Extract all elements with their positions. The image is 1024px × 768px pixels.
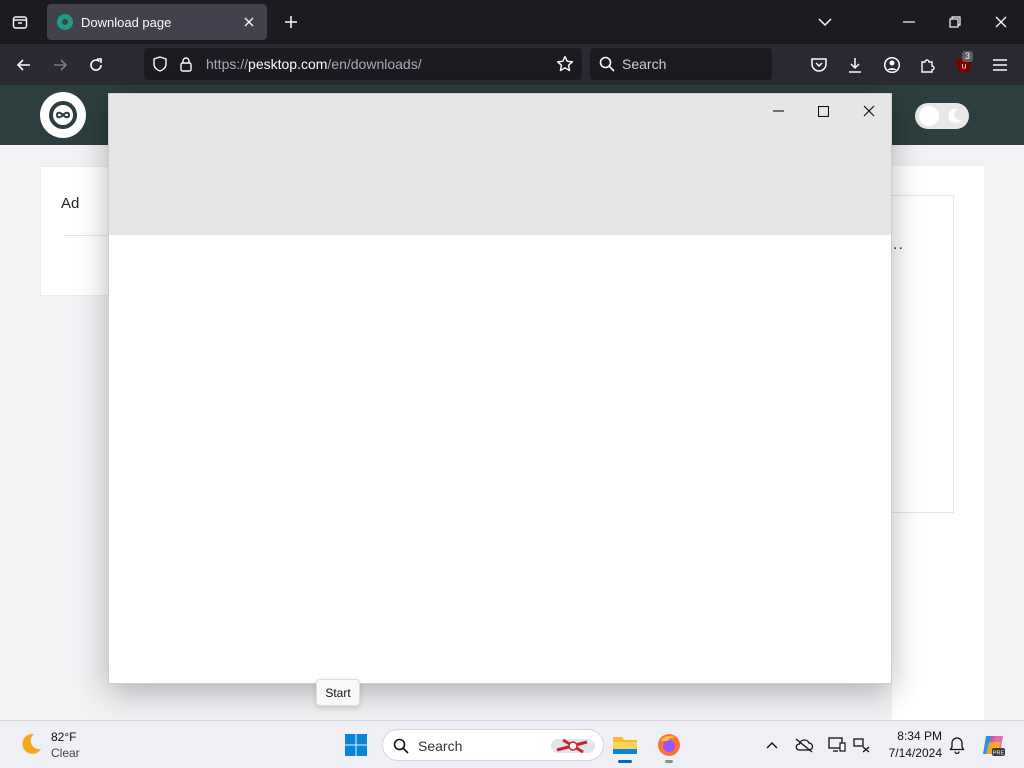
more-dots: .. (893, 236, 904, 253)
windows-logo-icon (345, 734, 367, 756)
popup-minimize-icon[interactable] (761, 98, 795, 124)
url-text: https://pesktop.com/en/downloads/ (206, 56, 422, 72)
search-icon (393, 738, 409, 759)
clock-time[interactable]: 8:34 PM (880, 729, 942, 743)
weather-temperature: 82°F (51, 730, 77, 744)
search-highlight-image (551, 738, 595, 754)
restore-icon[interactable] (940, 8, 970, 36)
browser-nav-bar: https://pesktop.com/en/downloads/ Search… (0, 44, 1024, 85)
new-tab-icon[interactable] (278, 9, 304, 35)
copilot-icon[interactable]: PRE (979, 731, 1007, 759)
display-icon[interactable] (825, 733, 849, 757)
pocket-icon[interactable] (805, 51, 833, 79)
taskbar: 82°F Clear Search 8:34 PM 7/14/2024 PRE (0, 720, 1024, 768)
list-all-tabs-icon[interactable] (810, 8, 840, 36)
address-bar[interactable]: https://pesktop.com/en/downloads/ (144, 48, 582, 80)
lock-icon[interactable] (179, 56, 193, 77)
search-icon (599, 56, 615, 77)
taskbar-file-explorer[interactable] (606, 726, 644, 764)
url-path: /en/downloads/ (327, 56, 422, 72)
forward-icon[interactable] (46, 51, 74, 79)
toggle-knob (919, 106, 939, 126)
show-hidden-icons-icon[interactable] (760, 733, 784, 757)
account-icon[interactable] (878, 51, 906, 79)
svg-text:u: u (962, 62, 966, 71)
browser-tab-bar: Download page (0, 0, 1024, 44)
popup-close-icon[interactable] (852, 98, 886, 124)
running-indicator (665, 760, 673, 763)
network-volume-icon[interactable] (850, 733, 874, 757)
minimize-icon[interactable] (894, 8, 924, 36)
url-host: pesktop.com (248, 56, 328, 72)
taskbar-firefox[interactable] (650, 726, 688, 764)
ad-label: Ad (61, 195, 80, 212)
site-logo[interactable] (40, 92, 86, 138)
popup-title-bar[interactable] (109, 94, 891, 235)
menu-icon[interactable] (986, 51, 1014, 79)
firefox-icon (658, 734, 680, 756)
tracking-shield-icon[interactable] (152, 56, 168, 77)
svg-text:PRE: PRE (993, 751, 1005, 757)
url-scheme: https:// (206, 56, 249, 72)
start-tooltip: Start (316, 679, 360, 706)
bookmark-star-icon[interactable] (556, 55, 574, 78)
close-window-icon[interactable] (986, 8, 1016, 36)
folder-icon (613, 737, 637, 754)
extensions-icon[interactable] (914, 51, 942, 79)
close-tab-icon[interactable] (241, 14, 257, 30)
popup-window[interactable] (108, 93, 892, 684)
moon-weather-icon[interactable] (18, 731, 44, 757)
onedrive-offline-icon[interactable] (792, 733, 816, 757)
notifications-bell-icon[interactable] (945, 733, 969, 757)
active-tab[interactable]: Download page (47, 4, 267, 40)
tab-title: Download page (81, 14, 172, 30)
site-favicon-icon (57, 14, 73, 30)
taskbar-search[interactable]: Search (382, 729, 604, 761)
theme-toggle[interactable] (915, 103, 969, 129)
taskbar-search-placeholder: Search (418, 738, 463, 754)
start-button[interactable] (337, 726, 375, 764)
extension-badge: 3 (962, 51, 974, 62)
running-indicator (618, 760, 632, 763)
tab-list-icon[interactable] (6, 8, 34, 36)
browser-search-field[interactable]: Search (590, 48, 772, 80)
weather-condition: Clear (51, 746, 80, 760)
clock-date[interactable]: 7/14/2024 (880, 746, 942, 760)
back-icon[interactable] (10, 51, 38, 79)
downloads-icon[interactable] (841, 51, 869, 79)
popup-maximize-icon[interactable] (806, 98, 840, 124)
divider (63, 235, 113, 236)
reload-icon[interactable] (82, 51, 110, 79)
moon-icon (948, 108, 961, 123)
search-placeholder: Search (622, 56, 667, 72)
